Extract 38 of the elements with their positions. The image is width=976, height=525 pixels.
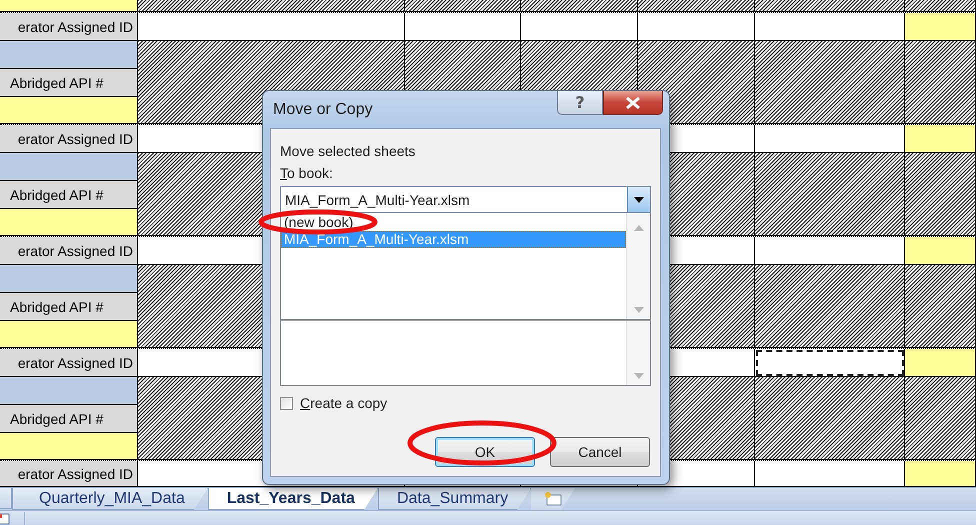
scroll-down-icon[interactable] <box>634 373 644 379</box>
instruction-text: Move selected sheets <box>280 142 416 161</box>
dialog-title: Move or Copy <box>273 101 373 119</box>
row-label: erator Assigned ID <box>0 237 138 265</box>
sheet-tab[interactable]: Data_Summary <box>378 488 532 510</box>
table-cell <box>905 125 976 153</box>
new-sheet-icon <box>542 491 564 507</box>
table-cell <box>905 13 976 41</box>
close-icon <box>625 96 641 108</box>
checkbox[interactable] <box>280 396 293 410</box>
list-item[interactable]: (new book) <box>281 214 626 231</box>
row-label: erator Assigned ID <box>0 461 138 487</box>
row-label: Abridged API # <box>0 405 138 433</box>
row-label: Abridged API # <box>0 69 138 97</box>
row-label: erator Assigned ID <box>0 13 138 41</box>
row-label: Abridged API # <box>0 293 138 321</box>
insert-sheet-tab[interactable] <box>531 488 576 510</box>
scroll-down-icon[interactable] <box>634 307 644 313</box>
dialog-button[interactable]: Cancel <box>550 437 650 467</box>
sheet-tab[interactable]: Last_Years_Data <box>208 488 378 510</box>
close-button[interactable] <box>603 91 663 115</box>
caret-icon <box>634 196 644 202</box>
field-label: To book: <box>280 164 334 183</box>
help-button[interactable]: ? <box>557 91 603 115</box>
row-label: erator Assigned ID <box>0 349 138 377</box>
table-cell <box>905 0 976 12</box>
table-cell <box>905 461 976 487</box>
row-label: erator Assigned ID <box>0 125 138 153</box>
row-label: Abridged API # <box>0 181 138 209</box>
book-dropdown[interactable]: MIA_Form_A_Multi-Year.xlsm <box>280 186 651 213</box>
sheet-icon[interactable] <box>0 512 10 524</box>
table-cell <box>905 237 976 265</box>
sheet-tab[interactable]: Quarterly_MIA_Data <box>12 488 208 510</box>
dropdown-button[interactable] <box>627 187 650 212</box>
tab-scroll-button[interactable] <box>0 488 12 509</box>
checkbox-label: Create a copy <box>300 395 388 411</box>
table-cell <box>905 349 976 377</box>
scroll-up-icon[interactable] <box>634 225 644 231</box>
